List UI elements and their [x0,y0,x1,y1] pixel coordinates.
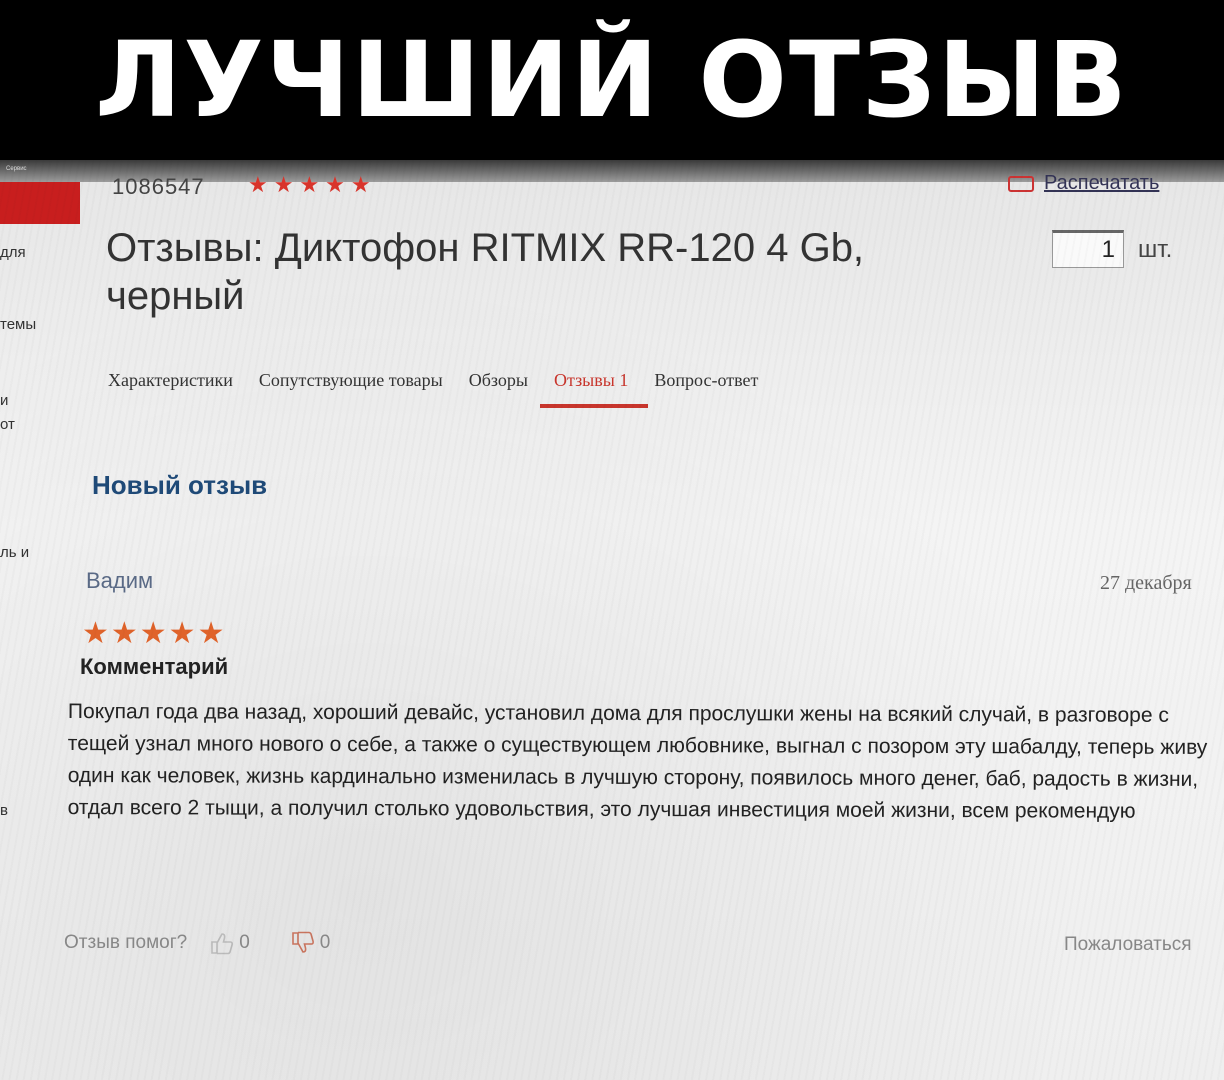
quantity-unit: шт. [1138,236,1173,263]
tab-characteristics[interactable]: Характеристики [106,370,235,410]
sidebar-fragment[interactable]: от [0,416,15,433]
sidebar-fragment[interactable]: для [0,244,26,261]
like-button[interactable]: 0 [209,930,250,956]
thumbs-up-icon [211,933,234,955]
dislike-button[interactable]: 0 [290,930,331,956]
tab-questions[interactable]: Вопрос-ответ [652,370,760,410]
sidebar-fragment[interactable]: ль и [0,544,29,561]
window-strip-label: Сервис [6,166,27,172]
tab-related-products[interactable]: Сопутствующие товары [257,370,445,410]
sidebar-fragment[interactable]: в [0,802,8,819]
print-link[interactable]: Распечатать [1008,172,1159,195]
product-tabs: Характеристики Сопутствующие товары Обзо… [106,370,760,410]
tab-reviews[interactable]: Отзывы 1 [539,370,649,410]
review-text: Покупал года два назад, хороший девайс, … [67,700,1208,823]
site-logo-block[interactable] [0,182,80,224]
review-author: Вадим [86,568,154,593]
banner-title: ЛУЧШИЙ ОТЗЫВ [95,19,1129,141]
meme-banner: ЛУЧШИЙ ОТЗЫВ [0,0,1224,160]
new-review-link[interactable]: Новый отзыв [92,470,267,501]
quantity-input[interactable]: 1 [1052,230,1124,268]
page-title: Отзывы: Диктофон RITMIX RR-120 4 Gb, чер… [106,226,865,318]
sidebar-fragment[interactable]: темы [0,316,36,333]
review-rating-stars: ★★★★★ [82,617,227,650]
tab-overviews[interactable]: Обзоры [467,370,530,410]
print-label: Распечатать [1044,172,1160,194]
helpful-row: Отзыв помог? 0 0 [64,930,370,956]
sidebar-fragment[interactable]: и [0,392,8,409]
product-code: 1086547 [112,174,205,199]
thumbs-down-icon [291,931,314,953]
comment-heading: Комментарий [80,654,229,679]
helpful-question: Отзыв помог? [64,932,188,953]
dislike-count: 0 [319,932,331,953]
like-count: 0 [239,932,250,953]
report-link[interactable]: Пожаловаться [1064,934,1192,956]
review-date: 27 декабря [1100,572,1192,594]
product-rating-stars: ★★★★★ [248,172,377,197]
printer-icon [1008,175,1034,192]
monitor-screen: Сервис для темы и от ль и в 1086547 ★★★★… [0,160,1224,1080]
